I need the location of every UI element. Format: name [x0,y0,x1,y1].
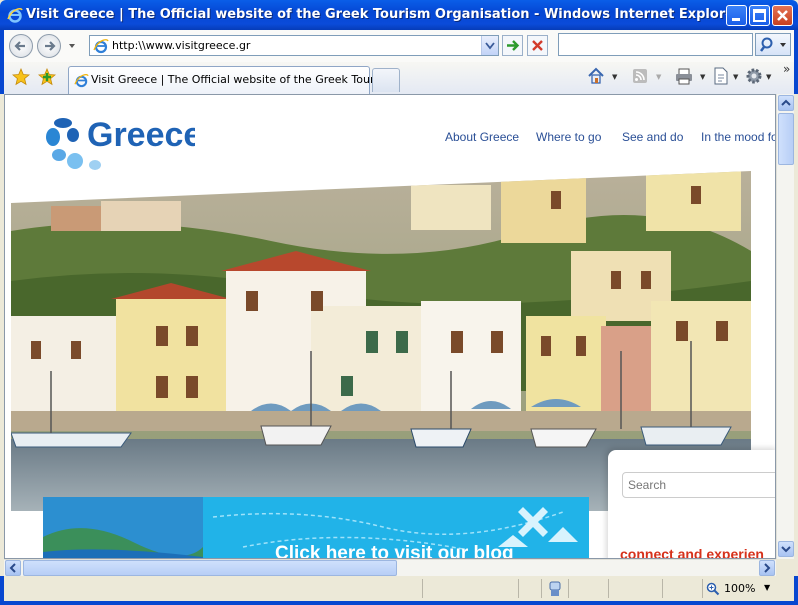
nav-where-to-go[interactable]: Where to go [536,130,601,144]
home-dropdown[interactable]: ▼ [612,73,617,81]
gear-icon[interactable] [744,66,764,86]
blog-banner[interactable]: Click here to visit our blog [43,497,589,559]
tab-toolbar: Visit Greece | The Official website of t… [0,62,798,94]
forward-button[interactable] [37,34,61,58]
web-content: Greece About Greece Where to go See and … [4,94,776,559]
vertical-scroll-thumb[interactable] [778,113,794,165]
arrow-left-icon [14,41,25,51]
site-search-input[interactable]: Search [622,472,775,498]
minimize-icon [732,18,740,21]
site-search-panel: Search connect and experien [608,450,775,559]
zoom-icon[interactable] [706,582,720,596]
zoom-level[interactable]: 100% [724,582,755,595]
scrollbar-corner [776,559,794,576]
address-text: http:\\www.visitgreece.gr [112,39,251,52]
page-dropdown[interactable]: ▼ [733,73,738,81]
status-divider [518,579,519,598]
status-divider [422,579,423,598]
blog-banner-text: Click here to visit our blog [275,543,514,559]
back-button[interactable] [9,34,33,58]
logo-wordmark: Greece [87,116,195,154]
chevron-down-icon[interactable] [67,41,77,51]
add-favorites-icon[interactable] [38,68,58,86]
site-search-placeholder: Search [628,478,667,492]
vertical-scrollbar[interactable] [776,94,794,559]
nav-in-the-mood[interactable]: In the mood fo [701,130,775,144]
status-divider [608,579,609,598]
home-icon[interactable] [586,66,606,86]
stop-icon [532,40,543,51]
nav-see-and-do[interactable]: See and do [622,130,683,144]
page-icon[interactable] [711,66,731,86]
tab-visit-greece[interactable]: Visit Greece | The Official website of t… [68,66,394,94]
chevron-down-icon [485,42,495,50]
status-divider [568,579,569,598]
title-bar[interactable]: Visit Greece | The Official website of t… [0,0,798,30]
scroll-down-button[interactable] [778,541,794,557]
close-button[interactable] [772,5,793,26]
zoom-dropdown[interactable]: ▼ [764,583,770,592]
horizontal-scrollbar[interactable] [4,559,776,576]
maximize-button[interactable] [749,5,770,26]
feeds-icon[interactable] [630,66,650,86]
scroll-up-button[interactable] [778,95,794,111]
maximize-icon [753,9,766,22]
address-input[interactable]: http:\\www.visitgreece.gr [89,35,499,56]
tab-label: Visit Greece | The Official website of t… [91,73,394,86]
chevron-down-icon [781,546,791,553]
print-icon[interactable] [674,66,694,86]
chevron-right-icon [764,563,771,573]
chevron-more-icon[interactable]: » [783,62,790,76]
security-zone-icon[interactable] [547,580,563,598]
ie-page-icon [74,74,89,88]
tools-dropdown[interactable]: ▼ [766,73,771,81]
arrow-right-icon [45,41,56,51]
feeds-dropdown[interactable]: ▼ [656,73,661,81]
horizontal-scroll-thumb[interactable] [23,560,397,576]
close-icon [777,10,788,21]
scroll-right-button[interactable] [759,560,775,576]
browser-search-button[interactable] [755,33,791,56]
ie-logo-icon [7,7,23,23]
window-title: Visit Greece | The Official website of t… [26,7,741,22]
minimize-button[interactable] [726,5,747,26]
search-icon [760,37,786,52]
favorites-star-icon[interactable] [12,68,30,86]
address-toolbar: http:\\www.visitgreece.gr [0,30,798,62]
go-arrow-icon [507,40,520,51]
scroll-left-button[interactable] [5,560,21,576]
ie-page-icon [93,39,109,54]
nav-about-greece[interactable]: About Greece [445,130,519,144]
stop-button[interactable] [527,35,548,56]
status-divider [541,579,542,598]
status-divider [702,579,703,598]
print-dropdown[interactable]: ▼ [700,73,705,81]
status-divider [662,579,663,598]
chevron-up-icon [781,99,791,106]
connect-heading: connect and experien [620,546,764,559]
greece-logo[interactable]: Greece [45,113,195,175]
go-button[interactable] [502,35,523,56]
address-dropdown[interactable] [481,36,498,55]
chevron-left-icon [9,563,16,573]
browser-search-input[interactable] [558,33,753,56]
new-tab-button[interactable] [372,68,400,92]
status-bar: 100% ▼ [0,576,798,605]
